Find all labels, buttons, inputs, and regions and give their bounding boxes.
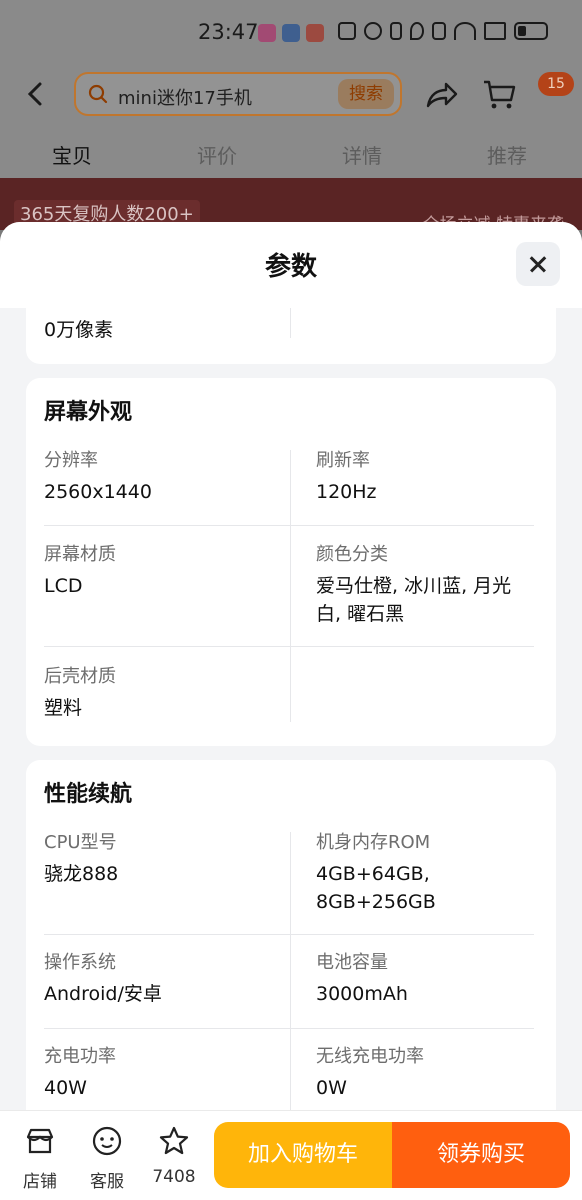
spec-label: CPU型号 — [44, 832, 117, 853]
row-divider — [44, 1028, 534, 1029]
app-notification-icon — [306, 24, 324, 42]
spec-value: 40W — [44, 1077, 87, 1099]
alarm-icon — [364, 22, 382, 40]
store-icon — [26, 1128, 54, 1154]
search-query: mini迷你17手机 — [118, 88, 252, 109]
top-nav-bar: mini迷你17手机 搜索 15 — [0, 64, 582, 124]
spec-value: 0万像素 — [44, 319, 114, 341]
app-notification-icon — [258, 24, 276, 42]
star-icon — [159, 1126, 189, 1155]
sheet-title: 参数 — [264, 252, 317, 282]
spec-value: 骁龙888 — [44, 863, 119, 885]
spec-cell: 后壳材质 塑料 — [44, 664, 284, 722]
signal-icon — [484, 22, 506, 40]
spec-label: 操作系统 — [44, 952, 116, 973]
spec-label: 电池容量 — [316, 952, 388, 973]
column-divider — [290, 450, 291, 722]
card-title: 屏幕外观 — [44, 400, 133, 425]
tab-details[interactable]: 详情 — [342, 140, 382, 169]
spec-value: 0W — [316, 1077, 347, 1099]
spec-cell: 机身内存ROM 4GB+64GB, 8GB+256GB — [316, 830, 466, 916]
nfc-icon — [338, 22, 356, 40]
spec-value: 爱马仕橙, 冰川蓝, 月光白, 曜石黑 — [316, 575, 512, 625]
back-arrow-icon[interactable] — [22, 80, 50, 108]
customer-service-icon — [92, 1126, 122, 1156]
cart-icon[interactable] — [482, 78, 516, 110]
parameters-sheet: 参数 0万像素 屏幕外观 分辨率 2560x1440 刷新率 120Hz 屏幕材… — [0, 222, 582, 1110]
spec-label: 充电功率 — [44, 1046, 116, 1067]
card-title: 性能续航 — [44, 782, 133, 807]
spec-value: Android/安卓 — [44, 983, 162, 1005]
spec-value: 4GB+64GB, 8GB+256GB — [316, 863, 436, 913]
status-bar: 23:47 — [0, 0, 582, 64]
spec-value: 塑料 — [44, 697, 83, 719]
spec-card-screen: 屏幕外观 分辨率 2560x1440 刷新率 120Hz 屏幕材质 LCD 颜色… — [26, 378, 556, 746]
spec-card-performance: 性能续航 CPU型号 骁龙888 机身内存ROM 4GB+64GB, 8GB+2… — [26, 760, 556, 1110]
store-button[interactable]: 店铺 — [10, 1125, 70, 1192]
spec-cell: 分辨率 2560x1440 — [44, 448, 284, 506]
spec-label: 分辨率 — [44, 450, 98, 471]
location-icon — [410, 22, 424, 40]
favorite-count: 7408 — [152, 1167, 196, 1187]
search-button[interactable]: 搜索 — [338, 79, 394, 109]
column-divider — [290, 308, 291, 338]
spec-value: 120Hz — [316, 481, 377, 503]
spec-value: 2560x1440 — [44, 481, 152, 503]
share-icon[interactable] — [424, 80, 458, 110]
spec-cell: CPU型号 骁龙888 — [44, 830, 284, 888]
spec-label: 颜色分类 — [316, 544, 388, 565]
spec-label: 机身内存ROM — [316, 832, 431, 853]
bottom-action-bar: 店铺 客服 7408 加入购物车 领券购买 — [0, 1110, 582, 1200]
spec-cell: 操作系统 Android/安卓 — [44, 950, 284, 1008]
close-icon[interactable] — [516, 242, 560, 286]
favorite-button[interactable]: 7408 — [144, 1125, 204, 1187]
spec-card-camera: 0万像素 — [26, 298, 556, 364]
status-time: 23:47 — [198, 20, 259, 44]
row-divider — [44, 646, 534, 647]
buy-with-coupon-button[interactable]: 领券购买 — [392, 1122, 570, 1188]
search-bar[interactable]: mini迷你17手机 搜索 — [74, 72, 402, 116]
tab-recommend[interactable]: 推荐 — [487, 140, 527, 169]
spec-value: LCD — [44, 575, 83, 597]
app-notification-icon — [282, 24, 300, 42]
column-divider — [290, 832, 291, 1110]
cart-count-badge: 15 — [538, 72, 574, 96]
row-divider — [44, 525, 534, 526]
search-icon — [88, 84, 108, 104]
spec-label: 后壳材质 — [44, 666, 116, 687]
notification-icons — [258, 24, 324, 42]
spec-cell: 电池容量 3000mAh — [316, 950, 556, 1008]
dimmed-product-page: 23:47 mini迷你17手机 搜索 15 宝贝 评价 详情 推荐 365天复… — [0, 0, 582, 235]
customer-service-button[interactable]: 客服 — [77, 1125, 137, 1192]
product-tabs: 宝贝 评价 详情 推荐 — [0, 132, 582, 176]
spec-label: 刷新率 — [316, 450, 370, 471]
spec-cell: 无线充电功率 0W — [316, 1044, 556, 1102]
bluetooth-icon — [390, 22, 402, 40]
sheet-header: 参数 — [0, 222, 582, 308]
spec-cell: 充电功率 40W — [44, 1044, 284, 1102]
spec-cell: 0万像素 — [44, 312, 284, 344]
spec-cell: 刷新率 120Hz — [316, 448, 556, 506]
system-icons — [338, 22, 548, 40]
customer-service-label: 客服 — [90, 1172, 124, 1192]
spec-value: 3000mAh — [316, 983, 408, 1005]
spec-cell: 颜色分类 爱马仕橙, 冰川蓝, 月光白, 曜石黑 — [316, 542, 531, 628]
spec-label: 屏幕材质 — [44, 544, 116, 565]
tab-reviews[interactable]: 评价 — [197, 140, 237, 169]
battery-icon — [514, 22, 548, 40]
store-label: 店铺 — [23, 1172, 57, 1192]
add-to-cart-button[interactable]: 加入购物车 — [214, 1122, 392, 1188]
spec-cell: 屏幕材质 LCD — [44, 542, 284, 600]
row-divider — [44, 934, 534, 935]
tab-item[interactable]: 宝贝 — [52, 140, 92, 169]
vibrate-icon — [432, 22, 446, 40]
wifi-icon — [454, 22, 476, 40]
spec-label: 无线充电功率 — [316, 1046, 424, 1067]
